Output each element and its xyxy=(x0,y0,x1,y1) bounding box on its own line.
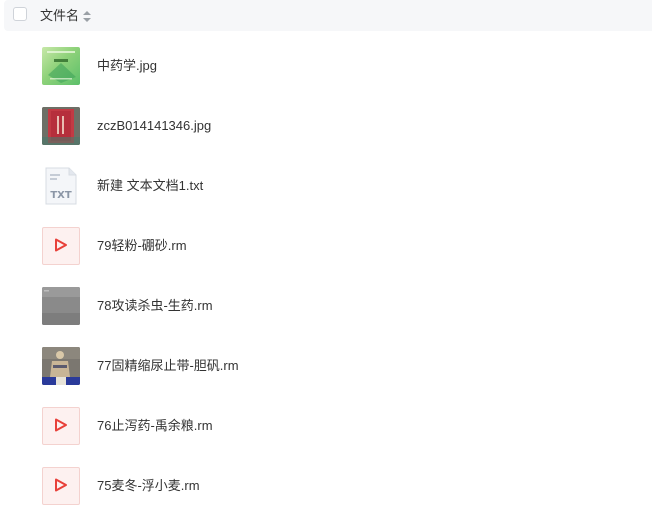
video-thumbnail xyxy=(42,287,80,325)
list-item[interactable]: TXT 新建 文本文档1.txt xyxy=(0,151,652,211)
image-thumbnail xyxy=(42,47,80,85)
file-name[interactable]: 75麦冬-浮小麦.rm xyxy=(97,478,200,494)
list-item[interactable]: 中药学.jpg xyxy=(0,31,652,91)
file-name[interactable]: zczB014141346.jpg xyxy=(97,118,211,134)
list-item[interactable]: zczB014141346.jpg xyxy=(0,91,652,151)
sort-icon[interactable] xyxy=(83,11,91,22)
list-item[interactable]: 75麦冬-浮小麦.rm xyxy=(0,451,652,511)
video-play-icon xyxy=(42,407,80,445)
video-thumbnail xyxy=(42,347,80,385)
image-thumbnail xyxy=(42,107,80,145)
list-item[interactable]: 79轻粉-硼砂.rm xyxy=(0,211,652,271)
file-name[interactable]: 76止泻药-禹余粮.rm xyxy=(97,418,213,434)
txt-label: TXT xyxy=(50,190,72,201)
file-name[interactable]: 新建 文本文档1.txt xyxy=(97,178,203,194)
list-item[interactable]: 77固精缩尿止带-胆矾.rm xyxy=(0,331,652,391)
column-title-filename[interactable]: 文件名 xyxy=(40,8,79,24)
video-play-icon xyxy=(42,227,80,265)
file-name[interactable]: 中药学.jpg xyxy=(97,58,157,74)
file-name[interactable]: 79轻粉-硼砂.rm xyxy=(97,238,187,254)
list-item[interactable]: 76止泻药-禹余粮.rm xyxy=(0,391,652,451)
txt-file-icon: TXT xyxy=(42,167,80,205)
file-name[interactable]: 77固精缩尿止带-胆矾.rm xyxy=(97,358,239,374)
file-name[interactable]: 78攻读杀虫-生药.rm xyxy=(97,298,213,314)
video-play-icon xyxy=(42,467,80,505)
list-item[interactable]: 78攻读杀虫-生药.rm xyxy=(0,271,652,331)
file-list-header: 文件名 xyxy=(4,0,652,31)
select-all-checkbox[interactable] xyxy=(13,7,27,21)
